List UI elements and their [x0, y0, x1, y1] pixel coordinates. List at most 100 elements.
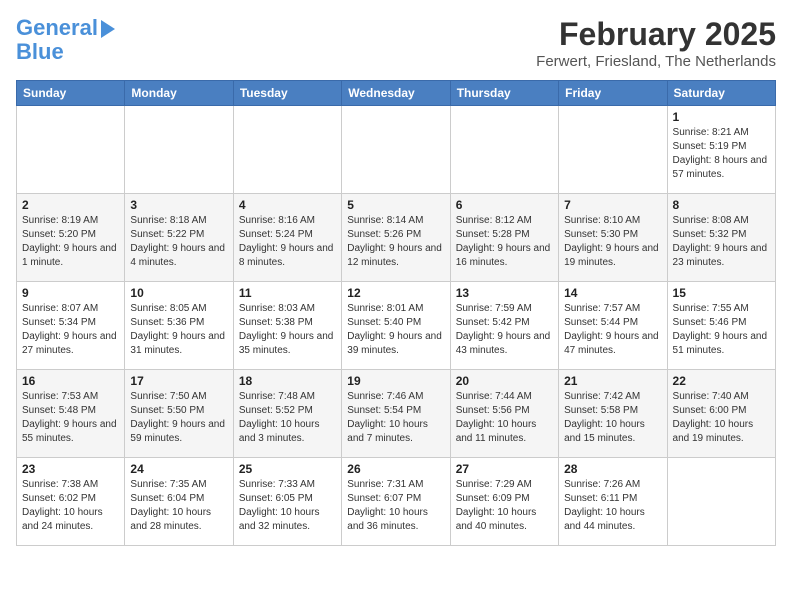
week-row-5: 23 Sunrise: 7:38 AM Sunset: 6:02 PM Dayli… — [17, 458, 776, 546]
calendar-cell: 11Sunrise: 8:03 AM Sunset: 5:38 PM Dayli… — [233, 282, 341, 370]
location: Ferwert, Friesland, The Netherlands — [536, 53, 776, 70]
day-header-wednesday: Wednesday — [342, 81, 450, 106]
day-info: Sunrise: 7:42 AM Sunset: 5:58 PM Dayligh… — [564, 390, 661, 446]
day-info: Sunrise: 7:38 AM Sunset: 6:02 PM Dayligh… — [22, 478, 119, 534]
week-row-4: 16Sunrise: 7:53 AM Sunset: 5:48 PM Dayli… — [17, 370, 776, 458]
calendar-cell: 9 Sunrise: 8:07 AM Sunset: 5:34 PM Daylig… — [17, 282, 125, 370]
calendar-cell: 22 Sunrise: 7:40 AM Sunset: 6:00 PM Dayli… — [667, 370, 775, 458]
day-info: Sunrise: 7:31 AM Sunset: 6:07 PM Dayligh… — [347, 478, 444, 534]
day-number: 1 — [673, 110, 770, 124]
calendar-cell: 14 Sunrise: 7:57 AM Sunset: 5:44 PM Dayli… — [559, 282, 667, 370]
week-row-1: 1Sunrise: 8:21 AM Sunset: 5:19 PM Daylig… — [17, 106, 776, 194]
day-info: Sunrise: 8:16 AM Sunset: 5:24 PM Dayligh… — [239, 214, 336, 270]
day-number: 28 — [564, 462, 661, 476]
day-number: 4 — [239, 198, 336, 212]
calendar-cell: 8 Sunrise: 8:08 AM Sunset: 5:32 PM Daylig… — [667, 194, 775, 282]
day-info: Sunrise: 7:26 AM Sunset: 6:11 PM Dayligh… — [564, 478, 661, 534]
day-info: Sunrise: 7:40 AM Sunset: 6:00 PM Dayligh… — [673, 390, 770, 446]
day-info: Sunrise: 8:12 AM Sunset: 5:28 PM Dayligh… — [456, 214, 553, 270]
day-number: 17 — [130, 374, 227, 388]
day-number: 14 — [564, 286, 661, 300]
day-number: 13 — [456, 286, 553, 300]
day-info: Sunrise: 8:01 AM Sunset: 5:40 PM Dayligh… — [347, 302, 444, 358]
day-number: 9 — [22, 286, 119, 300]
day-info: Sunrise: 7:35 AM Sunset: 6:04 PM Dayligh… — [130, 478, 227, 534]
calendar-cell: 3Sunrise: 8:18 AM Sunset: 5:22 PM Daylig… — [125, 194, 233, 282]
calendar-cell: 10 Sunrise: 8:05 AM Sunset: 5:36 PM Dayli… — [125, 282, 233, 370]
logo-arrow-icon — [101, 20, 115, 38]
logo: General Blue — [16, 16, 115, 64]
calendar-cell: 16Sunrise: 7:53 AM Sunset: 5:48 PM Dayli… — [17, 370, 125, 458]
calendar-cell: 19Sunrise: 7:46 AM Sunset: 5:54 PM Dayli… — [342, 370, 450, 458]
day-info: Sunrise: 8:07 AM Sunset: 5:34 PM Dayligh… — [22, 302, 119, 358]
day-number: 22 — [673, 374, 770, 388]
day-info: Sunrise: 7:57 AM Sunset: 5:44 PM Dayligh… — [564, 302, 661, 358]
day-number: 5 — [347, 198, 444, 212]
day-number: 26 — [347, 462, 444, 476]
calendar-cell — [17, 106, 125, 194]
day-info: Sunrise: 8:05 AM Sunset: 5:36 PM Dayligh… — [130, 302, 227, 358]
logo-text-line1: General — [16, 16, 98, 40]
calendar-cell: 13 Sunrise: 7:59 AM Sunset: 5:42 PM Dayli… — [450, 282, 558, 370]
calendar-cell: 25 Sunrise: 7:33 AM Sunset: 6:05 PM Dayli… — [233, 458, 341, 546]
day-number: 27 — [456, 462, 553, 476]
day-header-saturday: Saturday — [667, 81, 775, 106]
day-number: 21 — [564, 374, 661, 388]
calendar-cell — [450, 106, 558, 194]
day-header-monday: Monday — [125, 81, 233, 106]
calendar-cell: 4 Sunrise: 8:16 AM Sunset: 5:24 PM Daylig… — [233, 194, 341, 282]
day-number: 25 — [239, 462, 336, 476]
calendar-cell: 5Sunrise: 8:14 AM Sunset: 5:26 PM Daylig… — [342, 194, 450, 282]
day-header-sunday: Sunday — [17, 81, 125, 106]
day-info: Sunrise: 7:55 AM Sunset: 5:46 PM Dayligh… — [673, 302, 770, 358]
month-title: February 2025 — [536, 16, 776, 53]
day-info: Sunrise: 7:59 AM Sunset: 5:42 PM Dayligh… — [456, 302, 553, 358]
day-info: Sunrise: 7:50 AM Sunset: 5:50 PM Dayligh… — [130, 390, 227, 446]
calendar-cell — [233, 106, 341, 194]
page-header: General Blue February 2025 Ferwert, Frie… — [16, 16, 776, 70]
logo-text-line2: Blue — [16, 40, 64, 64]
calendar-cell: 6 Sunrise: 8:12 AM Sunset: 5:28 PM Daylig… — [450, 194, 558, 282]
calendar-cell: 15 Sunrise: 7:55 AM Sunset: 5:46 PM Dayli… — [667, 282, 775, 370]
day-info: Sunrise: 8:08 AM Sunset: 5:32 PM Dayligh… — [673, 214, 770, 270]
calendar-cell: 24 Sunrise: 7:35 AM Sunset: 6:04 PM Dayli… — [125, 458, 233, 546]
day-header-friday: Friday — [559, 81, 667, 106]
day-number: 8 — [673, 198, 770, 212]
day-number: 24 — [130, 462, 227, 476]
day-info: Sunrise: 7:29 AM Sunset: 6:09 PM Dayligh… — [456, 478, 553, 534]
day-info: Sunrise: 8:10 AM Sunset: 5:30 PM Dayligh… — [564, 214, 661, 270]
day-number: 2 — [22, 198, 119, 212]
calendar-cell — [125, 106, 233, 194]
week-row-2: 2 Sunrise: 8:19 AM Sunset: 5:20 PM Daylig… — [17, 194, 776, 282]
day-info: Sunrise: 8:19 AM Sunset: 5:20 PM Dayligh… — [22, 214, 119, 270]
week-row-3: 9 Sunrise: 8:07 AM Sunset: 5:34 PM Daylig… — [17, 282, 776, 370]
calendar-header-row: SundayMondayTuesdayWednesdayThursdayFrid… — [17, 81, 776, 106]
day-info: Sunrise: 7:46 AM Sunset: 5:54 PM Dayligh… — [347, 390, 444, 446]
calendar-cell — [559, 106, 667, 194]
calendar-cell: 7 Sunrise: 8:10 AM Sunset: 5:30 PM Daylig… — [559, 194, 667, 282]
day-number: 7 — [564, 198, 661, 212]
calendar-cell: 27 Sunrise: 7:29 AM Sunset: 6:09 PM Dayli… — [450, 458, 558, 546]
calendar-cell: 17 Sunrise: 7:50 AM Sunset: 5:50 PM Dayli… — [125, 370, 233, 458]
day-info: Sunrise: 7:53 AM Sunset: 5:48 PM Dayligh… — [22, 390, 119, 446]
day-number: 10 — [130, 286, 227, 300]
day-number: 3 — [130, 198, 227, 212]
day-info: Sunrise: 8:03 AM Sunset: 5:38 PM Dayligh… — [239, 302, 336, 358]
day-info: Sunrise: 7:33 AM Sunset: 6:05 PM Dayligh… — [239, 478, 336, 534]
day-number: 12 — [347, 286, 444, 300]
calendar-cell: 18 Sunrise: 7:48 AM Sunset: 5:52 PM Dayli… — [233, 370, 341, 458]
title-block: February 2025 Ferwert, Friesland, The Ne… — [536, 16, 776, 70]
day-header-tuesday: Tuesday — [233, 81, 341, 106]
calendar-cell — [342, 106, 450, 194]
calendar: SundayMondayTuesdayWednesdayThursdayFrid… — [16, 80, 776, 546]
calendar-cell: 20Sunrise: 7:44 AM Sunset: 5:56 PM Dayli… — [450, 370, 558, 458]
day-number: 23 — [22, 462, 119, 476]
calendar-cell: 12 Sunrise: 8:01 AM Sunset: 5:40 PM Dayli… — [342, 282, 450, 370]
calendar-cell: 1Sunrise: 8:21 AM Sunset: 5:19 PM Daylig… — [667, 106, 775, 194]
day-number: 15 — [673, 286, 770, 300]
day-number: 6 — [456, 198, 553, 212]
day-info: Sunrise: 7:48 AM Sunset: 5:52 PM Dayligh… — [239, 390, 336, 446]
day-number: 18 — [239, 374, 336, 388]
calendar-cell: 23 Sunrise: 7:38 AM Sunset: 6:02 PM Dayli… — [17, 458, 125, 546]
calendar-cell: 2 Sunrise: 8:19 AM Sunset: 5:20 PM Daylig… — [17, 194, 125, 282]
